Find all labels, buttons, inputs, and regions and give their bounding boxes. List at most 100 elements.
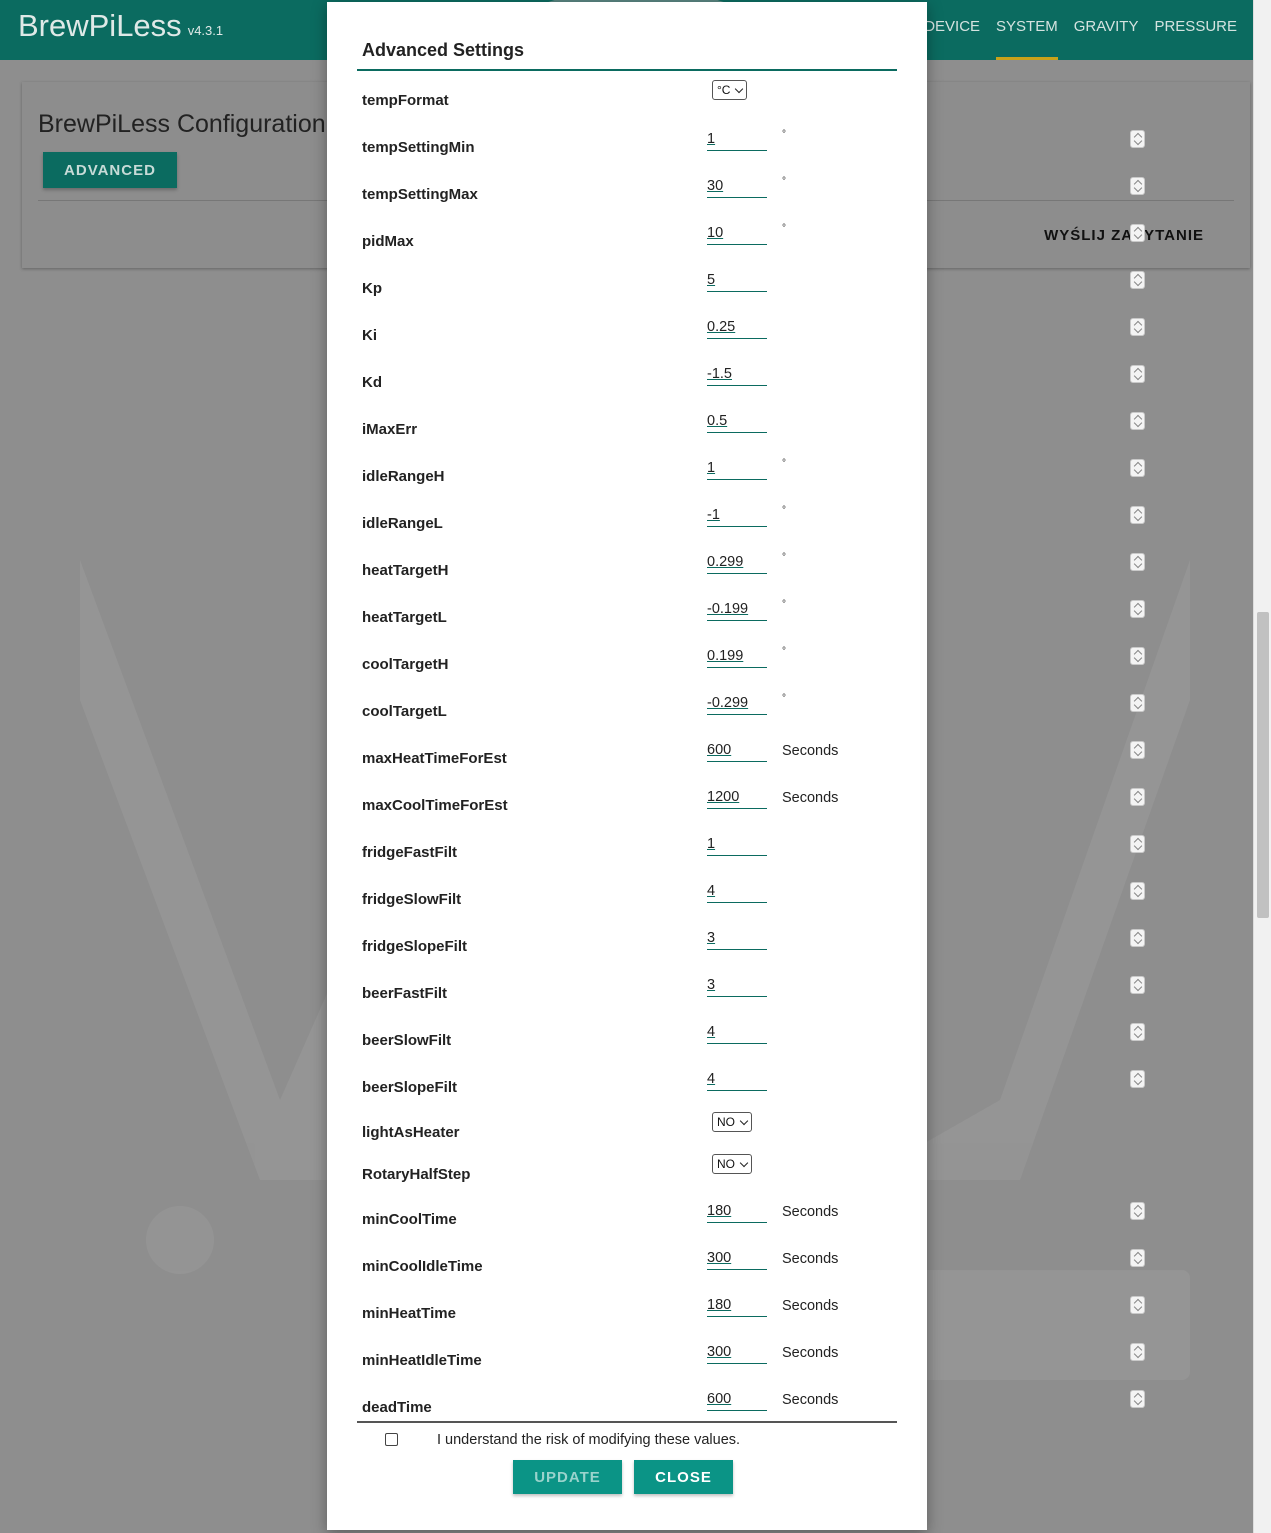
page-scrollbar[interactable] (1253, 0, 1271, 1533)
setting-number-input[interactable]: 180 (707, 1293, 1145, 1317)
setting-number-input[interactable]: 600 (707, 1387, 1145, 1411)
spinner-icon[interactable] (1130, 553, 1145, 571)
input-value: 10 (707, 225, 724, 241)
spinner-icon[interactable] (1130, 459, 1145, 477)
spinner-icon[interactable] (1130, 1202, 1145, 1220)
setting-number-input[interactable]: 1200 (707, 785, 1145, 809)
setting-row: minCoolTime 180 Seconds (327, 1199, 1145, 1229)
spinner-icon[interactable] (1130, 647, 1145, 665)
input-value: -1 (707, 507, 720, 523)
setting-label: idleRangeH (362, 468, 445, 485)
spinner-icon[interactable] (1130, 1023, 1145, 1041)
app-version: v4.3.1 (187, 23, 224, 38)
spinner-icon[interactable] (1130, 271, 1145, 289)
setting-number-input[interactable]: 180 (707, 1199, 1145, 1223)
setting-row: lightAsHeater NO (327, 1112, 927, 1142)
setting-label: beerFastFilt (362, 985, 448, 1002)
spinner-icon[interactable] (1130, 1296, 1145, 1314)
bottom-divider (357, 1421, 897, 1423)
setting-number-input[interactable]: 4 (707, 1020, 1145, 1044)
spinner-icon[interactable] (1130, 1249, 1145, 1267)
input-value: 3 (707, 977, 716, 993)
advanced-settings-dialog: Advanced Settings tempFormat °C tempSettin… (327, 2, 1145, 1530)
spinner-icon[interactable] (1130, 1343, 1145, 1361)
setting-unit: ° (782, 223, 786, 234)
setting-label: heatTargetH (362, 562, 449, 579)
input-value: 180 (707, 1297, 732, 1313)
setting-number-input[interactable]: 0.299 (707, 550, 1145, 574)
setting-select[interactable]: NO (712, 1112, 752, 1132)
setting-row: fridgeSlowFilt 4 (327, 879, 1145, 909)
setting-unit: Seconds (782, 1251, 839, 1267)
input-value: 30 (707, 178, 724, 194)
setting-number-input[interactable]: 300 (707, 1340, 1145, 1364)
setting-number-input[interactable]: 4 (707, 1067, 1145, 1091)
setting-number-input[interactable]: 600 (707, 738, 1145, 762)
spinner-icon[interactable] (1130, 882, 1145, 900)
scrollbar-thumb[interactable] (1257, 612, 1269, 918)
spinner-icon[interactable] (1130, 318, 1145, 336)
spinner-icon[interactable] (1130, 694, 1145, 712)
update-button[interactable]: UPDATE (513, 1460, 622, 1494)
nav-item-system[interactable]: SYSTEM (996, 18, 1058, 60)
spinner-icon[interactable] (1130, 224, 1145, 242)
setting-number-input[interactable]: 300 (707, 1246, 1145, 1270)
setting-unit: ° (782, 552, 786, 563)
spinner-icon[interactable] (1130, 835, 1145, 853)
risk-checkbox[interactable] (385, 1433, 398, 1446)
setting-unit: Seconds (782, 1392, 839, 1408)
setting-number-input[interactable]: 1 (707, 456, 1145, 480)
close-button[interactable]: CLOSE (634, 1460, 733, 1494)
setting-number-input[interactable]: 5 (707, 268, 1145, 292)
setting-number-input[interactable]: 1 (707, 832, 1145, 856)
setting-label: RotaryHalfStep (362, 1166, 471, 1183)
setting-select[interactable]: °C (712, 80, 748, 100)
nav-item-device[interactable]: DEVICE (924, 18, 980, 60)
setting-number-input[interactable]: -1 (707, 503, 1145, 527)
brand[interactable]: BrewPiLess v4.3.1 (18, 8, 223, 44)
setting-label: fridgeFastFilt (362, 844, 458, 861)
setting-row: Ki 0.25 (327, 315, 1145, 345)
setting-row: Kd -1.5 (327, 362, 1145, 392)
nav-item-gravity[interactable]: GRAVITY (1074, 18, 1139, 60)
setting-number-input[interactable]: 3 (707, 926, 1145, 950)
input-value: 4 (707, 1024, 716, 1040)
setting-unit: ° (782, 693, 786, 704)
spinner-icon[interactable] (1130, 788, 1145, 806)
setting-unit: Seconds (782, 743, 839, 759)
spinner-icon[interactable] (1130, 506, 1145, 524)
setting-row: pidMax 10 ° (327, 221, 1145, 251)
spinner-icon[interactable] (1130, 365, 1145, 383)
spinner-icon[interactable] (1130, 976, 1145, 994)
spinner-icon[interactable] (1130, 412, 1145, 430)
setting-select[interactable]: NO (712, 1154, 752, 1174)
setting-number-input[interactable]: 10 (707, 221, 1145, 245)
setting-unit: ° (782, 458, 786, 469)
setting-number-input[interactable]: -0.199 (707, 597, 1145, 621)
setting-number-input[interactable]: -0.299 (707, 691, 1145, 715)
spinner-icon[interactable] (1130, 929, 1145, 947)
spinner-icon[interactable] (1130, 177, 1145, 195)
spinner-icon[interactable] (1130, 130, 1145, 148)
setting-number-input[interactable]: 0.25 (707, 315, 1145, 339)
spinner-icon[interactable] (1130, 741, 1145, 759)
spinner-icon[interactable] (1130, 1070, 1145, 1088)
setting-number-input[interactable]: 1 (707, 127, 1145, 151)
setting-label: Ki (362, 327, 377, 344)
chevron-down-icon (739, 1158, 749, 1167)
nav-item-pressure[interactable]: PRESSURE (1154, 18, 1237, 60)
setting-number-input[interactable]: 0.5 (707, 409, 1145, 433)
setting-number-input[interactable]: 3 (707, 973, 1145, 997)
setting-number-input[interactable]: 30 (707, 174, 1145, 198)
send-inquiry-link[interactable]: WYŚLIJ ZAPYTANIE (1044, 227, 1204, 244)
setting-number-input[interactable]: -1.5 (707, 362, 1145, 386)
advanced-button[interactable]: ADVANCED (43, 152, 177, 188)
setting-number-input[interactable]: 4 (707, 879, 1145, 903)
spinner-icon[interactable] (1130, 1390, 1145, 1408)
setting-label: Kd (362, 374, 382, 391)
spinner-icon[interactable] (1130, 600, 1145, 618)
input-value: 600 (707, 742, 732, 758)
setting-number-input[interactable]: 0.199 (707, 644, 1145, 668)
setting-row: tempSettingMin 1 ° (327, 127, 1145, 157)
setting-label: minCoolTime (362, 1211, 457, 1228)
